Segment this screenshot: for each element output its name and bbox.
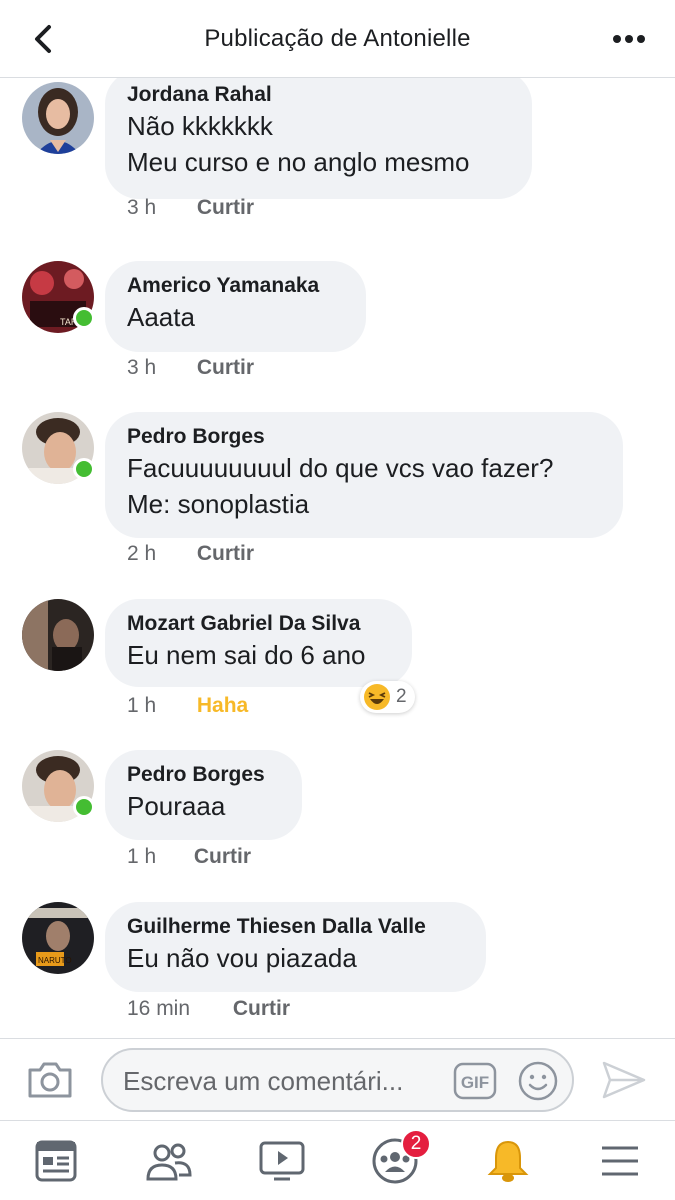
comment-time: 3 h xyxy=(127,196,157,219)
comment-author[interactable]: Pedro Borges xyxy=(127,762,280,788)
gif-button[interactable]: GIF xyxy=(453,1062,497,1100)
comment-meta: 1 h Haha xyxy=(127,694,248,718)
avatar[interactable] xyxy=(22,599,94,671)
comment-meta: 3 h Curtir xyxy=(127,196,254,220)
comment-text: Aaata xyxy=(127,302,195,332)
comment-bubble[interactable]: Mozart Gabriel Da Silva Eu nem sai do 6 … xyxy=(105,599,412,687)
comment-time: 1 h xyxy=(127,845,157,868)
comment-meta: 1 h Curtir xyxy=(127,845,251,869)
tab-watch[interactable] xyxy=(256,1135,308,1187)
gif-label: GIF xyxy=(461,1073,489,1092)
tab-friends[interactable] xyxy=(143,1135,195,1187)
page-title: Publicação de Antonielle xyxy=(204,24,471,52)
like-button[interactable]: Curtir xyxy=(197,356,254,379)
avatar[interactable] xyxy=(22,412,95,484)
comment-bubble[interactable]: Jordana Rahal Não kkkkkkk Meu curso e no… xyxy=(105,78,532,199)
comment-author[interactable]: Americo Yamanaka xyxy=(127,273,344,299)
camera-button[interactable] xyxy=(26,1058,74,1102)
comment-author[interactable]: Jordana Rahal xyxy=(127,82,510,108)
smiley-icon xyxy=(518,1061,558,1101)
menu-icon xyxy=(602,1146,638,1176)
comment-time: 3 h xyxy=(127,356,157,379)
emoji-button[interactable] xyxy=(517,1060,559,1102)
camera-icon xyxy=(28,1062,72,1098)
send-arrow-icon xyxy=(602,1061,646,1099)
comment-composer: Escreva um comentári... GIF xyxy=(0,1038,675,1120)
bottom-tab-bar: 2 xyxy=(0,1120,675,1200)
send-button[interactable] xyxy=(600,1059,648,1101)
comment-author[interactable]: Guilherme Thiesen Dalla Valle xyxy=(127,914,464,940)
back-button[interactable] xyxy=(26,22,60,56)
comment-text: Meu curso e no anglo mesmo xyxy=(127,147,470,177)
comment-time: 16 min xyxy=(127,997,191,1020)
comment-author[interactable]: Mozart Gabriel Da Silva xyxy=(127,611,390,637)
tab-notifications[interactable] xyxy=(482,1135,534,1187)
haha-reaction-button[interactable]: Haha xyxy=(197,694,248,717)
comment-author[interactable]: Pedro Borges xyxy=(127,424,601,450)
comment-text: Me: sonoplastia xyxy=(127,489,310,519)
reaction-count: 2 xyxy=(396,686,407,707)
like-button[interactable]: Curtir xyxy=(194,845,251,868)
comment-bubble[interactable]: Americo Yamanaka Aaata xyxy=(105,261,366,352)
comment-text: Facuuuuuuuul do que vcs vao fazer? xyxy=(127,453,554,483)
groups-badge: 2 xyxy=(401,1129,431,1159)
tab-news-feed[interactable] xyxy=(30,1135,82,1187)
watch-icon xyxy=(259,1141,305,1181)
avatar[interactable] xyxy=(22,750,95,822)
like-button[interactable]: Curtir xyxy=(197,542,254,565)
comment-meta: 16 min Curtir xyxy=(127,997,290,1021)
chevron-left-icon xyxy=(35,25,51,53)
comment-time: 1 h xyxy=(127,694,157,717)
comments-list: Jordana Rahal Não kkkkkkk Meu curso e no… xyxy=(0,78,675,1038)
comment-text: Eu nem sai do 6 ano xyxy=(127,640,366,670)
haha-emoji-icon xyxy=(364,684,390,710)
notifications-bell-icon xyxy=(487,1140,529,1182)
header-bar: Publicação de Antonielle xyxy=(0,0,675,78)
reaction-summary[interactable]: 2 xyxy=(360,681,415,713)
svg-text:NARUTO: NARUTO xyxy=(38,956,72,965)
more-dots-icon xyxy=(613,35,645,43)
comment-time: 2 h xyxy=(127,542,157,565)
friends-icon xyxy=(146,1143,192,1181)
comment-bubble[interactable]: Pedro Borges Pouraaa xyxy=(105,750,302,840)
comment-bubble[interactable]: Pedro Borges Facuuuuuuuul do que vcs vao… xyxy=(105,412,623,538)
online-status-dot xyxy=(73,307,95,329)
comment-text: Não kkkkkkk xyxy=(127,111,273,141)
comment-input-placeholder: Escreva um comentári... xyxy=(123,1066,404,1096)
comment-bubble[interactable]: Guilherme Thiesen Dalla Valle Eu não vou… xyxy=(105,902,486,992)
tab-groups[interactable]: 2 xyxy=(369,1129,431,1187)
comment-meta: 3 h Curtir xyxy=(127,356,254,380)
news-feed-icon xyxy=(35,1140,77,1182)
app: Publicação de Antonielle Jordana Rahal N… xyxy=(0,0,675,1200)
avatar[interactable] xyxy=(22,82,94,154)
avatar[interactable]: TARG xyxy=(22,261,95,333)
like-button[interactable]: Curtir xyxy=(197,196,254,219)
comment-input[interactable]: Escreva um comentári... GIF xyxy=(101,1048,574,1112)
avatar[interactable]: NARUTO xyxy=(22,902,94,974)
like-button[interactable]: Curtir xyxy=(233,997,290,1020)
comment-meta: 2 h Curtir xyxy=(127,542,254,566)
comment-text: Pouraaa xyxy=(127,791,226,821)
tab-menu[interactable] xyxy=(594,1135,646,1187)
online-status-dot xyxy=(73,458,95,480)
more-options-button[interactable] xyxy=(609,22,649,56)
comment-text: Eu não vou piazada xyxy=(127,943,357,973)
online-status-dot xyxy=(73,796,95,818)
